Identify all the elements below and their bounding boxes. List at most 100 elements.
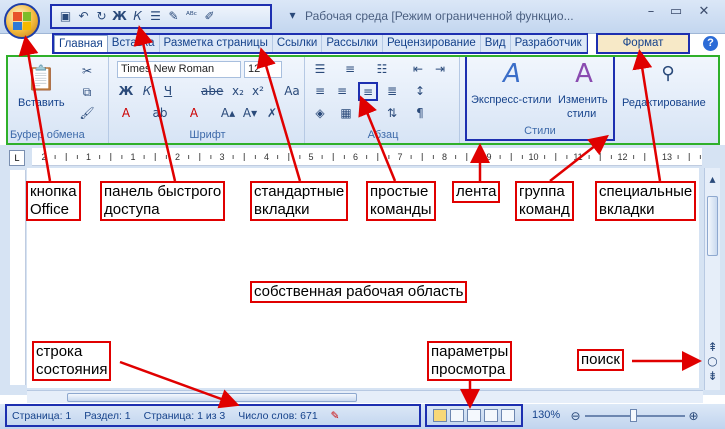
change-styles-icon[interactable]: A	[569, 59, 599, 89]
list-icon[interactable]: ☰	[148, 9, 163, 24]
font-color-icon[interactable]: A	[185, 105, 203, 121]
align-right-icon[interactable]: ≡	[358, 82, 378, 101]
maximize-button[interactable]: ▭	[665, 3, 687, 21]
font-size-field[interactable]: 12	[244, 61, 282, 78]
zoom-in-icon[interactable]: ⊕	[686, 409, 701, 424]
status-words[interactable]: Число слов: 671	[238, 410, 317, 422]
vertical-scrollbar[interactable]: ▴ ⇞ ○ ⇟	[704, 168, 720, 390]
font-name-field[interactable]: Times New Roman	[117, 61, 241, 78]
horizontal-ruler[interactable]: 2 1 1 2 3 4 5 6 7 8 9 10 11 12 13	[32, 148, 702, 166]
vertical-ruler	[10, 170, 26, 385]
vertical-scroll-thumb[interactable]	[707, 196, 718, 256]
tab-page-layout[interactable]: Разметка страницы	[160, 35, 273, 52]
callout-line: состояния	[36, 361, 108, 378]
tab-format[interactable]: Формат	[596, 33, 690, 54]
borders-icon[interactable]: ▦	[337, 105, 355, 121]
close-button[interactable]: ✕	[693, 3, 715, 21]
binoculars-icon[interactable]: ⚲	[656, 63, 680, 85]
change-styles-button-line2[interactable]: стили	[567, 108, 596, 120]
clear-formatting-icon[interactable]: ✗	[263, 105, 281, 121]
paste-button[interactable]: Вставить	[18, 97, 65, 109]
bullets-icon[interactable]: ☰	[311, 61, 329, 77]
status-page[interactable]: Страница: 1	[12, 410, 71, 422]
sort-icon[interactable]: ⇅	[383, 105, 401, 121]
zoom-slider-thumb[interactable]	[630, 409, 637, 422]
tab-view[interactable]: Вид	[481, 35, 511, 52]
paste-icon[interactable]: 📋	[26, 63, 56, 93]
cut-icon[interactable]: ✂	[78, 63, 96, 79]
tab-references[interactable]: Ссылки	[273, 35, 323, 52]
grow-font-icon[interactable]: A▴	[219, 105, 237, 121]
pilcrow-icon[interactable]: ¶	[411, 105, 429, 121]
print-layout-view-icon[interactable]	[432, 409, 447, 422]
bold-icon[interactable]: Ж	[117, 83, 135, 99]
numbering-icon[interactable]: ≡	[341, 61, 359, 77]
next-page-icon[interactable]: ⇟	[705, 369, 720, 384]
tab-review[interactable]: Рецензирование	[383, 35, 481, 52]
increase-indent-icon[interactable]: ⇥	[431, 61, 449, 77]
align-center-icon[interactable]: ≡	[333, 83, 351, 99]
scroll-up-icon[interactable]: ▴	[705, 172, 720, 187]
quick-styles-icon[interactable]: A	[497, 59, 527, 89]
strikethrough-icon[interactable]: abe	[201, 83, 223, 99]
change-styles-button[interactable]: Изменить	[558, 94, 608, 106]
zoom-level[interactable]: 130%	[532, 409, 560, 421]
tab-selector[interactable]: L	[9, 150, 25, 166]
office-button[interactable]	[4, 3, 40, 39]
standard-tabs: Главная Вставка Разметка страницы Ссылки…	[52, 33, 588, 54]
browse-object-icon[interactable]: ○	[705, 354, 720, 369]
underline-icon[interactable]: Ч	[159, 83, 177, 99]
spellcheck-icon[interactable]: ᴬᴮᶜ	[184, 9, 199, 24]
format-painter-icon[interactable]: 🖌	[78, 105, 96, 121]
editing-button[interactable]: Редактирование	[622, 97, 706, 109]
redo-icon[interactable]: ↻	[94, 9, 109, 24]
multilevel-list-icon[interactable]: ☷	[373, 61, 391, 77]
full-screen-reading-icon[interactable]	[449, 409, 464, 422]
bold-icon[interactable]: Ж	[112, 9, 127, 24]
callout-workspace: собственная рабочая область	[250, 281, 468, 303]
callout-simple-commands: простые команды	[366, 181, 436, 221]
minimize-button[interactable]: –	[640, 3, 662, 21]
callout-ribbon: лента	[452, 181, 501, 203]
edit-icon[interactable]: ✎	[166, 9, 181, 24]
italic-icon[interactable]: К	[130, 9, 145, 24]
justify-icon[interactable]: ≣	[383, 83, 401, 99]
highlight-color-icon[interactable]: ab	[151, 105, 169, 121]
status-section[interactable]: Раздел: 1	[84, 410, 130, 422]
spellcheck-status-icon[interactable]: ✎	[331, 410, 340, 422]
prev-page-icon[interactable]: ⇞	[705, 340, 720, 355]
save-icon[interactable]: ▣	[58, 9, 73, 24]
text-effects-icon[interactable]: A	[117, 105, 135, 121]
shrink-font-icon[interactable]: A▾	[241, 105, 259, 121]
help-icon[interactable]: ?	[703, 36, 718, 51]
subscript-icon[interactable]: x₂	[229, 83, 247, 99]
tab-insert[interactable]: Вставка	[108, 35, 160, 52]
highlight-icon[interactable]: ✐	[202, 9, 217, 24]
quick-styles-button[interactable]: Экспресс-стили	[471, 94, 551, 106]
shading-icon[interactable]: ◈	[311, 105, 329, 121]
group-label: Стили	[524, 125, 556, 137]
tab-developer[interactable]: Разработчик	[511, 35, 587, 52]
undo-icon[interactable]: ↶	[76, 9, 91, 24]
horizontal-scroll-thumb[interactable]	[67, 393, 357, 402]
draft-view-icon[interactable]	[501, 409, 516, 422]
tab-mailings[interactable]: Рассылки	[322, 35, 383, 52]
change-case-icon[interactable]: Aa	[283, 83, 301, 99]
tab-home[interactable]: Главная	[54, 35, 108, 52]
ruler-number: 13	[662, 152, 672, 162]
status-pages[interactable]: Страница: 1 из 3	[144, 410, 226, 422]
group-paragraph: ☰ ≡ ☷ ⇤ ⇥ ≡ ≡ ≡ ≣ ↕ ◈ ▦ ⇅ ¶ Абзац	[307, 57, 460, 143]
horizontal-scrollbar[interactable]	[27, 390, 703, 403]
ruler-number: 1	[130, 152, 135, 162]
customize-qat-icon[interactable]: ▾	[285, 8, 300, 23]
status-bar: Страница: 1 Раздел: 1 Страница: 1 из 3 Ч…	[5, 404, 421, 427]
decrease-indent-icon[interactable]: ⇤	[409, 61, 427, 77]
superscript-icon[interactable]: x²	[249, 83, 267, 99]
line-spacing-icon[interactable]: ↕	[411, 83, 429, 99]
align-left-icon[interactable]: ≡	[311, 83, 329, 99]
italic-icon[interactable]: К	[138, 83, 156, 99]
web-layout-icon[interactable]	[466, 409, 481, 422]
outline-view-icon[interactable]	[484, 409, 499, 422]
zoom-out-icon[interactable]: ⊖	[568, 409, 583, 424]
copy-icon[interactable]: ⧉	[78, 84, 96, 100]
